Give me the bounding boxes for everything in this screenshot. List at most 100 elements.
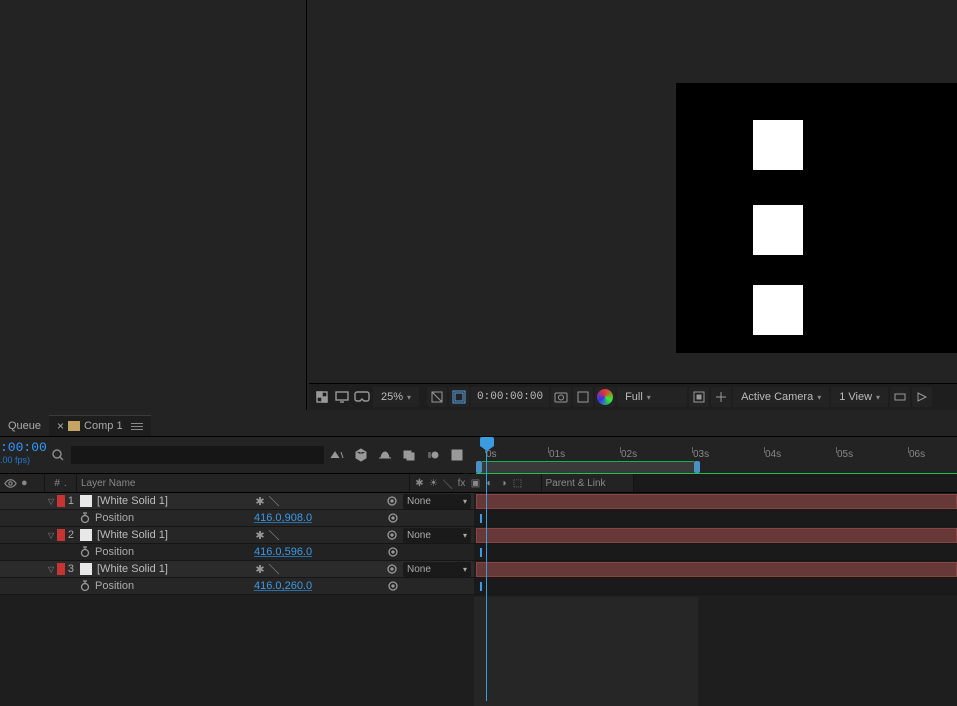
zoom-dropdown[interactable]: 25%▾	[373, 387, 419, 407]
motion-blur-icon[interactable]	[424, 446, 442, 464]
pickwhip-icon[interactable]	[385, 494, 399, 508]
vr-icon[interactable]	[353, 388, 371, 406]
view-dropdown[interactable]: 1 View▾	[831, 387, 888, 407]
timecode-display[interactable]: 0:00:00:00	[471, 387, 549, 407]
label-color[interactable]	[57, 563, 65, 575]
expression-pickwhip-icon[interactable]	[386, 511, 400, 525]
preview-canvas[interactable]	[676, 83, 957, 353]
grid-guide-icon[interactable]	[711, 387, 731, 407]
layer-duration-bar[interactable]	[474, 561, 957, 577]
resolution-dropdown[interactable]: Full▾	[617, 387, 687, 407]
property-row: Position 416.0,596.0	[0, 544, 957, 561]
keyframe[interactable]	[480, 582, 482, 591]
shy-switch[interactable]: ✱	[254, 495, 266, 507]
stopwatch-icon[interactable]	[79, 580, 91, 592]
frameblend-col-icon[interactable]: ▣	[470, 477, 482, 489]
quality-switch[interactable]: ＼	[268, 529, 280, 541]
layer-row[interactable]: ▽1 [White Solid 1] ✱ ＼ None▾	[0, 493, 957, 510]
fx-icon[interactable]: fx	[456, 477, 468, 489]
timeline-panel: :00:00 .00 fps) 0s 01s 02s	[0, 437, 957, 706]
layer-name-text[interactable]: [White Solid 1]	[97, 563, 168, 575]
monitor-icon[interactable]	[333, 388, 351, 406]
pixel-aspect-icon[interactable]	[890, 387, 910, 407]
stopwatch-icon[interactable]	[79, 512, 91, 524]
current-time-display[interactable]: :00:00 .00 fps)	[0, 437, 47, 473]
shy-switch[interactable]: ✱	[254, 529, 266, 541]
comp-flowchart-icon[interactable]	[328, 446, 346, 464]
time-navigator[interactable]	[476, 461, 957, 473]
label-color[interactable]	[57, 495, 65, 507]
keyframe[interactable]	[480, 514, 482, 523]
layer-row[interactable]: ▽2 [White Solid 1] ✱ ＼ None▾	[0, 527, 957, 544]
property-value[interactable]: 416.0,908.0	[254, 512, 312, 524]
twirl-icon[interactable]: ▽	[48, 565, 54, 574]
pickwhip-icon[interactable]	[385, 528, 399, 542]
keyframe-track[interactable]	[474, 544, 957, 560]
panel-menu-icon[interactable]	[131, 423, 143, 430]
shy-icon[interactable]: ✱	[414, 477, 426, 489]
white-solid-1	[753, 285, 803, 335]
project-panel[interactable]	[0, 0, 307, 410]
show-channel-icon[interactable]	[573, 387, 593, 407]
fast-preview-icon[interactable]	[912, 387, 932, 407]
index-column[interactable]: #	[54, 478, 60, 489]
label-column-icon[interactable]: ●	[21, 477, 28, 489]
keyframe[interactable]	[480, 548, 482, 557]
close-icon[interactable]: ×	[57, 419, 64, 433]
hide-shy-icon[interactable]	[376, 446, 394, 464]
expression-pickwhip-icon[interactable]	[386, 545, 400, 559]
keyframe-track[interactable]	[474, 510, 957, 526]
draft-3d-icon[interactable]	[352, 446, 370, 464]
layer-color-chip	[80, 563, 92, 575]
quality-switch[interactable]: ＼	[268, 495, 280, 507]
property-name[interactable]: Position	[95, 580, 134, 592]
layer-name-column[interactable]: Layer Name	[77, 474, 410, 492]
collapse-icon[interactable]: ☀	[428, 477, 440, 489]
work-area-below-right	[698, 597, 957, 706]
parent-dropdown[interactable]: None▾	[403, 494, 471, 509]
safe-zones-icon[interactable]	[449, 387, 469, 407]
quality-switch[interactable]: ＼	[268, 563, 280, 575]
composition-preview[interactable]	[307, 0, 957, 410]
res-down-icon[interactable]	[427, 387, 447, 407]
property-name[interactable]: Position	[95, 546, 134, 558]
layer-duration-bar[interactable]	[474, 527, 957, 543]
property-name[interactable]: Position	[95, 512, 134, 524]
layer-name-text[interactable]: [White Solid 1]	[97, 529, 168, 541]
label-color[interactable]	[57, 529, 65, 541]
white-solid-3	[753, 120, 803, 170]
keyframe-track[interactable]	[474, 578, 957, 594]
frame-blend-icon[interactable]	[400, 446, 418, 464]
twirl-icon[interactable]: ▽	[48, 497, 54, 506]
3d-icon[interactable]: ⬚	[512, 477, 524, 489]
roi-icon[interactable]	[689, 387, 709, 407]
timeline-search-input[interactable]	[71, 446, 324, 464]
tab-comp[interactable]: × Comp 1	[49, 415, 151, 436]
property-row: Position 416.0,260.0	[0, 578, 957, 595]
time-ruler[interactable]: 0s 01s 02s 03s 04s 05s 06s	[474, 437, 957, 473]
property-value[interactable]: 416.0,260.0	[254, 580, 312, 592]
property-value[interactable]: 416.0,596.0	[254, 546, 312, 558]
stopwatch-icon[interactable]	[79, 546, 91, 558]
parent-dropdown[interactable]: None▾	[403, 562, 471, 577]
work-area-end[interactable]	[694, 461, 700, 473]
parent-dropdown[interactable]: None▾	[403, 528, 471, 543]
twirl-icon[interactable]: ▽	[48, 531, 54, 540]
shy-switch[interactable]: ✱	[254, 563, 266, 575]
parent-link-column[interactable]: Parent & Link	[542, 474, 634, 492]
adjust-icon[interactable]: ◑	[498, 477, 510, 489]
pickwhip-icon[interactable]	[385, 562, 399, 576]
layer-row[interactable]: ▽3 [White Solid 1] ✱ ＼ None▾	[0, 561, 957, 578]
expression-pickwhip-icon[interactable]	[386, 579, 400, 593]
playhead[interactable]	[480, 437, 494, 451]
quality-icon[interactable]: ＼	[442, 477, 454, 489]
layer-duration-bar[interactable]	[474, 493, 957, 509]
visibility-column-icon[interactable]	[4, 477, 17, 490]
layer-name-text[interactable]: [White Solid 1]	[97, 495, 168, 507]
graph-editor-icon[interactable]	[448, 446, 466, 464]
color-mgmt-icon[interactable]	[595, 387, 615, 407]
tab-render-queue[interactable]: Queue	[0, 415, 49, 436]
camera-dropdown[interactable]: Active Camera▾	[733, 387, 829, 407]
alpha-icon[interactable]	[313, 388, 331, 406]
snapshot-icon[interactable]	[551, 387, 571, 407]
